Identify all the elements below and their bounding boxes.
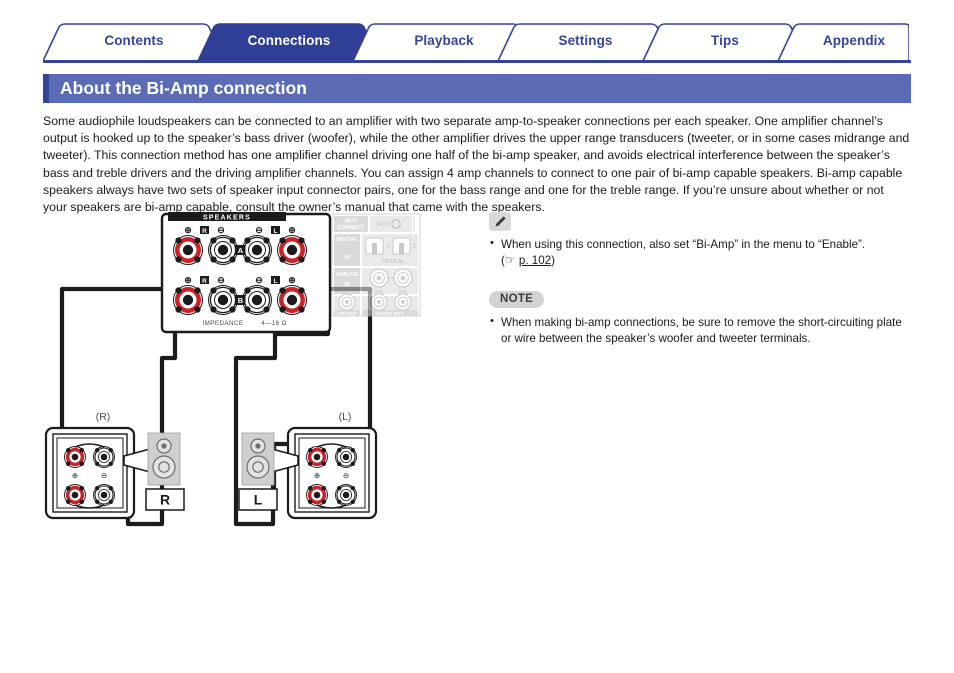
amp-terminal-a-r-plus xyxy=(173,235,203,265)
page-title: About the Bi-Amp connection xyxy=(43,74,911,103)
tip-item: When using this connection, also set “Bi… xyxy=(489,236,909,268)
audio-out-rca-l xyxy=(394,293,412,311)
amp-a-l-label: L xyxy=(274,228,278,235)
right-speaker-label: R xyxy=(160,492,170,508)
tab-connections-label: Connections xyxy=(247,33,331,48)
left-speaker-terminal-lo-plus xyxy=(306,484,328,506)
left-speaker-caption: (L) xyxy=(339,411,352,423)
tab-tips-label: Tips xyxy=(711,33,739,48)
minus-sign-a-l: ⊖ xyxy=(255,225,263,235)
minus-sign-a-r: ⊖ xyxy=(217,225,225,235)
tip-list: When using this connection, also set “Bi… xyxy=(489,236,909,268)
optical-1-label: 1 xyxy=(387,244,390,250)
tab-settings[interactable]: Settings xyxy=(519,23,652,59)
left-speaker-terminal-hi-plus xyxy=(306,446,328,468)
left-speaker-terminal-hi-minus xyxy=(334,445,358,469)
audio-out-label: AUDIO OUT xyxy=(377,311,404,317)
analog-rca-l xyxy=(393,268,413,288)
page-title-text: About the Bi-Amp connection xyxy=(60,78,307,98)
sw-out-label: SW OUT xyxy=(337,311,356,317)
tab-playback[interactable]: Playback xyxy=(374,23,514,59)
note-item: When making bi-amp connections, be sure … xyxy=(489,314,909,346)
left-speaker-minus-symbol: ⊖ xyxy=(343,471,349,480)
wifi-connect-label-1: Wi-Fi xyxy=(344,219,358,225)
diagram-svg: SPEAKERS ⊕ R ⊖ ⊖ L ⊕ A ⊕ R ⊖ ⊖ L ⊕ B IMP… xyxy=(44,212,421,527)
tab-contents-label: Contents xyxy=(104,33,164,48)
page-title-accent-bar xyxy=(43,74,49,103)
left-speaker-group: (L) ⊕ ⊖ L xyxy=(238,411,378,520)
tab-settings-label: Settings xyxy=(558,33,613,48)
amp-terminal-a-r-minus xyxy=(207,234,239,266)
ref-suffix: ) xyxy=(551,253,555,267)
footer-nav: Front/Toppanel Rear panel Remote control… xyxy=(0,606,954,673)
right-speaker-terminal-lo-plus xyxy=(64,484,86,506)
notes-column: When using this connection, also set “Bi… xyxy=(489,212,909,347)
pencil-glyph xyxy=(495,215,506,227)
analog-rca-r xyxy=(369,268,389,288)
amp-terminal-a-l-minus xyxy=(241,234,273,266)
right-speaker-minus-symbol: ⊖ xyxy=(101,471,107,480)
plus-sign-a-r: ⊕ xyxy=(184,225,192,235)
right-speaker-plus-symbol: ⊕ xyxy=(72,471,78,480)
sw-out-jack xyxy=(338,293,356,311)
right-speaker-caption: (R) xyxy=(96,411,111,423)
minus-sign-b-r: ⊖ xyxy=(217,275,225,285)
top-tab-bar: Contents Connections Playback Settings T… xyxy=(43,23,909,63)
amp-terminal-b-r-minus xyxy=(207,284,239,316)
analog-in-label: IN xyxy=(344,282,350,288)
tab-contents[interactable]: Contents xyxy=(64,23,204,59)
plus-sign-a-l: ⊕ xyxy=(288,225,296,235)
amp-row-b-label: B xyxy=(238,296,244,305)
manual-page: Contents Connections Playback Settings T… xyxy=(0,0,954,673)
note-badge: NOTE xyxy=(489,291,545,308)
note-list: When making bi-amp connections, be sure … xyxy=(489,314,909,346)
amp-terminal-b-l-minus xyxy=(241,284,273,316)
wps-label: WPS xyxy=(377,222,389,228)
optical-label: OPTICAL xyxy=(382,259,404,265)
bi-amp-connection-diagram: SPEAKERS ⊕ R ⊖ ⊖ L ⊕ A ⊕ R ⊖ ⊖ L ⊕ B IMP… xyxy=(40,206,470,556)
digital-in-label: IN xyxy=(344,255,350,261)
impedance-label: IMPEDANCE xyxy=(202,320,243,327)
tab-appendix[interactable]: Appendix xyxy=(799,23,909,59)
minus-sign-b-l: ⊖ xyxy=(255,275,263,285)
left-speaker-plus-symbol: ⊕ xyxy=(314,471,320,480)
amp-terminal-a-l-plus xyxy=(277,235,307,265)
digital-label: DIGITAL xyxy=(336,237,358,243)
body-paragraph: Some audiophile loudspeakers can be conn… xyxy=(43,114,910,215)
tab-playback-label: Playback xyxy=(414,33,474,48)
plus-sign-b-l: ⊕ xyxy=(288,275,296,285)
right-speaker-terminal-hi-plus xyxy=(64,446,86,468)
left-speaker-terminal-lo-minus xyxy=(334,483,358,507)
speakers-label: SPEAKERS xyxy=(203,215,251,222)
pointing-hand-icon: ☞ xyxy=(504,252,516,267)
optical-2-label: 2 xyxy=(413,244,416,250)
tab-tips[interactable]: Tips xyxy=(664,23,786,59)
amplifier-rear-panel: SPEAKERS ⊕ R ⊖ ⊖ L ⊕ A ⊕ R ⊖ ⊖ L ⊕ B IMP… xyxy=(160,212,332,334)
right-speaker-terminal-lo-minus xyxy=(92,483,116,507)
amp-row-a-label: A xyxy=(238,246,244,255)
right-speaker-terminal-hi-minus xyxy=(92,445,116,469)
impedance-value: 4—16 Ω xyxy=(261,320,287,327)
tab-appendix-label: Appendix xyxy=(822,33,886,48)
audio-out-rca-r xyxy=(370,293,388,311)
io-side-panel: Wi-Fi CONNECT WPS DIGITAL IN 1 2 OPTICAL xyxy=(331,213,421,317)
amp-b-l-label: L xyxy=(274,278,278,285)
tab-connections[interactable]: Connections xyxy=(219,23,359,59)
tab-bar-underline xyxy=(43,60,911,63)
ref-link-text[interactable]: p. 102 xyxy=(519,254,551,267)
pencil-icon xyxy=(489,212,511,231)
left-speaker-label: L xyxy=(254,492,263,508)
amp-b-r-label: R xyxy=(202,278,207,285)
analog-label: ANALOG xyxy=(335,272,358,278)
amp-terminal-b-r-plus xyxy=(173,285,203,315)
wifi-connect-label-2: CONNECT xyxy=(338,225,365,231)
amp-terminal-b-l-plus xyxy=(277,285,307,315)
amp-a-r-label: R xyxy=(202,228,207,235)
plus-sign-b-r: ⊕ xyxy=(184,275,192,285)
tip-text: When using this connection, also set “Bi… xyxy=(501,238,866,251)
page-reference[interactable]: (☞ p. 102) xyxy=(501,252,555,267)
